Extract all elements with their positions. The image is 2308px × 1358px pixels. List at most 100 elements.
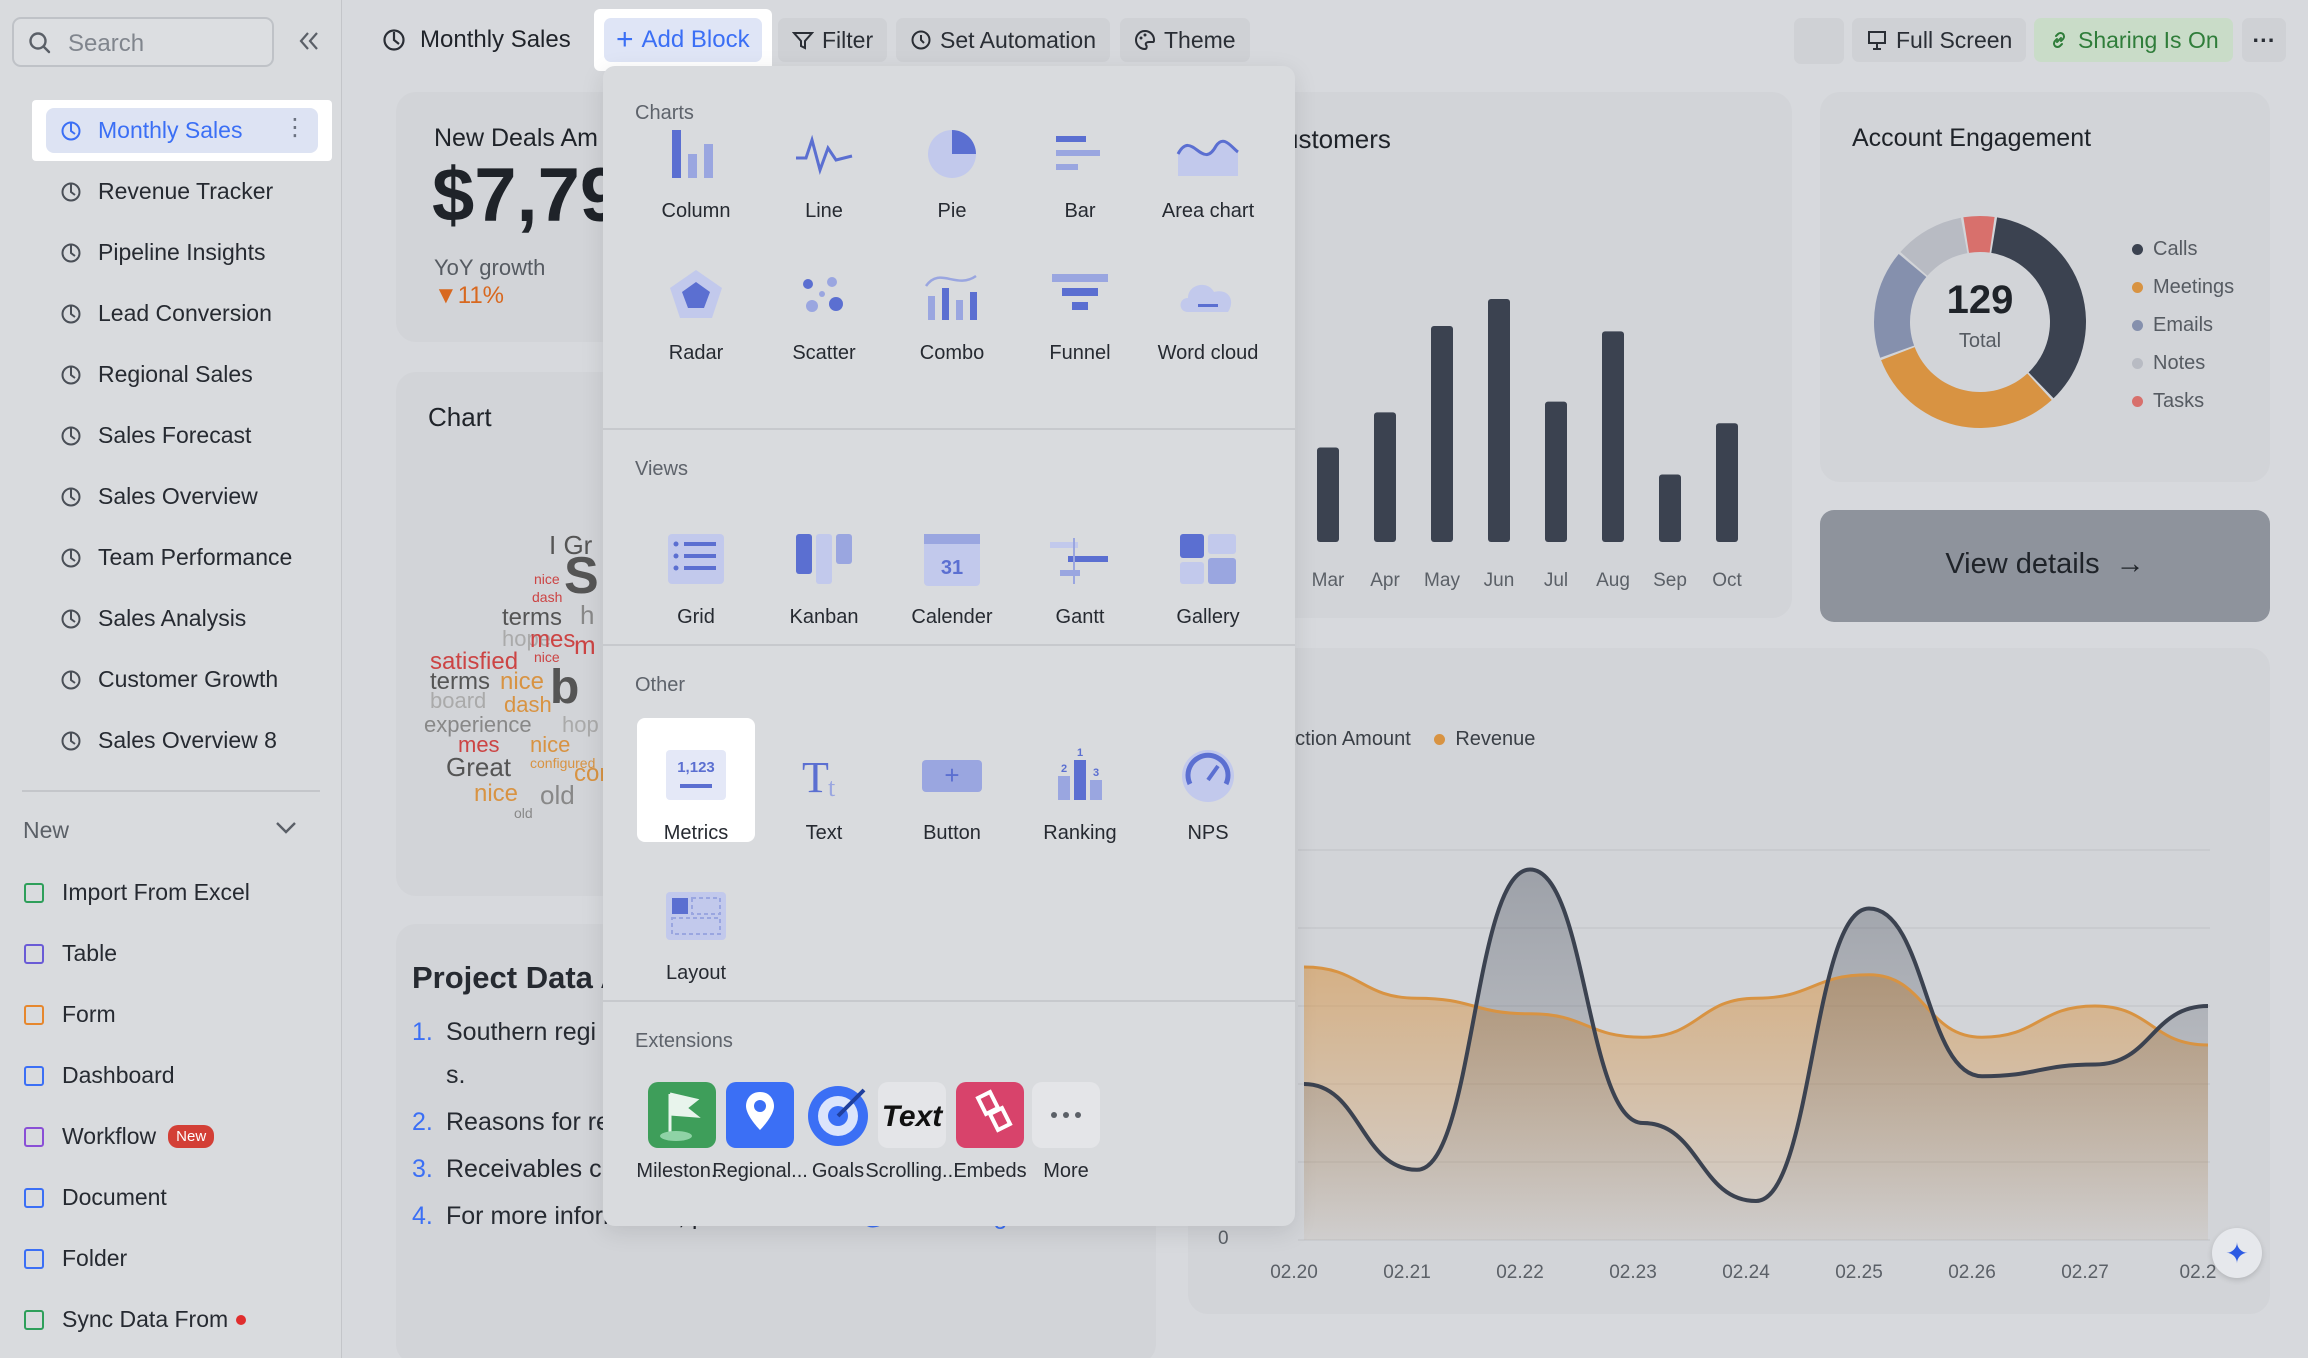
engagement-legend-item: Meetings bbox=[2132, 268, 2234, 306]
engagement-card[interactable]: Account Engagement 129 Total Calls Meetin… bbox=[1820, 92, 2270, 482]
word-cloud-word: old bbox=[514, 805, 533, 821]
view-tile[interactable]: Kanban bbox=[765, 510, 883, 634]
chart-tile[interactable]: Column bbox=[637, 104, 755, 228]
new-item[interactable]: Dashboard bbox=[24, 1045, 250, 1106]
chart-tile[interactable]: Bar bbox=[1021, 104, 1139, 228]
palette-icon bbox=[1135, 29, 1156, 51]
area-x-tick: 02.27 bbox=[2061, 1262, 2109, 1283]
search-input[interactable]: Search bbox=[12, 17, 274, 67]
dashboard-icon bbox=[61, 243, 81, 262]
dashboard-icon bbox=[61, 670, 81, 689]
bar-tick-label: Mar bbox=[1312, 570, 1345, 591]
legend-label: Emails bbox=[2153, 313, 2214, 336]
sidebar-item[interactable]: Regional Sales bbox=[32, 344, 332, 405]
ai-sparkle-button[interactable]: ✦ bbox=[2212, 1228, 2262, 1278]
more-options-button[interactable]: ··· bbox=[2242, 18, 2286, 62]
notification-dot bbox=[236, 1314, 247, 1325]
chart-icon bbox=[924, 274, 977, 320]
other-tile[interactable]: NPS bbox=[1149, 726, 1267, 850]
arrow-right-icon: → bbox=[2115, 548, 2145, 580]
new-item[interactable]: Workflow New bbox=[24, 1106, 250, 1167]
sidebar-item[interactable]: Sales Overview bbox=[32, 466, 332, 527]
chart-icon bbox=[928, 130, 976, 178]
more-vertical-icon[interactable]: ⋮ bbox=[283, 116, 307, 140]
extension-tile[interactable]: More bbox=[1007, 1064, 1125, 1188]
area-chart-card[interactable]: action Amount Revenue 02.20 02.21 02.22 02.… bbox=[1188, 648, 2270, 1314]
engagement-total: 129 bbox=[1946, 278, 2014, 322]
set-automation-button[interactable]: Set Automation bbox=[896, 18, 1110, 62]
chart-icon bbox=[670, 270, 722, 318]
chart-tile[interactable]: Line bbox=[765, 104, 883, 228]
sidebar-item[interactable]: Lead Conversion bbox=[32, 283, 332, 344]
view-details-button[interactable]: View details → bbox=[1820, 510, 2270, 622]
view-tile[interactable]: Gantt bbox=[1021, 510, 1139, 634]
donut-slice bbox=[1881, 347, 2052, 428]
new-item[interactable]: Sync Data From bbox=[24, 1289, 250, 1350]
other-tile[interactable]: + Button bbox=[893, 726, 1011, 850]
dashboard-icon bbox=[61, 487, 81, 506]
tile-label: Area chart bbox=[1161, 200, 1255, 222]
theme-button[interactable]: Theme bbox=[1120, 18, 1250, 62]
tile-label: Pie bbox=[937, 200, 967, 222]
sidebar-item[interactable]: Monthly Sales ⋮ bbox=[32, 100, 332, 161]
presentation-icon bbox=[1868, 31, 1886, 50]
chart-tile[interactable]: Combo bbox=[893, 246, 1011, 370]
word-cloud-word: nice bbox=[534, 571, 560, 587]
sharing-button[interactable]: Sharing Is On bbox=[2034, 18, 2233, 62]
chevron-down-icon[interactable] bbox=[274, 820, 298, 836]
view-tile[interactable]: 31 Calender bbox=[893, 510, 1011, 634]
add-block-button[interactable]: + Add Block bbox=[604, 18, 762, 62]
dashboard-icon bbox=[61, 304, 81, 323]
chart-tile[interactable]: Pie bbox=[893, 104, 1011, 228]
chart-tile[interactable]: Radar bbox=[637, 246, 755, 370]
other-tile[interactable]: 1,123 Metrics bbox=[637, 726, 755, 850]
sidebar-item[interactable]: Revenue Tracker bbox=[32, 161, 332, 222]
list-text: Receivables c bbox=[446, 1155, 602, 1183]
new-item[interactable]: Document bbox=[24, 1167, 250, 1228]
blank-toolbar-button[interactable] bbox=[1794, 18, 1844, 64]
other-tile[interactable]: Layout bbox=[637, 866, 755, 990]
double-chevron-left-icon[interactable] bbox=[296, 28, 322, 54]
chart-tile[interactable]: Funnel bbox=[1021, 246, 1139, 370]
other-tile[interactable]: 1 2 3 Ranking bbox=[1021, 726, 1139, 850]
sidebar-item[interactable]: Team Performance bbox=[32, 527, 332, 588]
list-number: 3. bbox=[412, 1155, 433, 1183]
new-item[interactable]: Form bbox=[24, 984, 250, 1045]
customers-bar bbox=[1545, 401, 1567, 542]
chart-tile[interactable]: Area chart bbox=[1149, 104, 1267, 228]
tile-label: Layout bbox=[665, 962, 727, 984]
other-icon bbox=[1182, 750, 1234, 802]
yoy-value: ▼11% bbox=[434, 282, 505, 309]
new-item-label: Table bbox=[62, 940, 117, 966]
tile-label: NPS bbox=[1187, 822, 1229, 844]
full-screen-button[interactable]: Full Screen bbox=[1852, 18, 2027, 62]
svg-text:2: 2 bbox=[1061, 763, 1067, 775]
chart-icon bbox=[1176, 139, 1239, 176]
list-number: 4. bbox=[412, 1202, 433, 1230]
extension-icon bbox=[1032, 1082, 1100, 1148]
sidebar-item[interactable]: Pipeline Insights bbox=[32, 222, 332, 283]
word-cloud-word: nice bbox=[474, 780, 519, 807]
new-item[interactable]: Table bbox=[24, 923, 250, 984]
sidebar-item[interactable]: Sales Forecast bbox=[32, 405, 332, 466]
sidebar-item[interactable]: Sales Overview 8 bbox=[32, 710, 332, 771]
new-item[interactable]: Import From Excel bbox=[24, 862, 250, 923]
sidebar-item-label: Lead Conversion bbox=[98, 300, 272, 326]
chart-tile[interactable]: Word cloud bbox=[1149, 246, 1267, 370]
engagement-legend-item: Notes bbox=[2132, 344, 2234, 382]
bar-tick-label: Jul bbox=[1544, 570, 1568, 591]
chart-card-title: Chart bbox=[428, 402, 492, 432]
view-tile[interactable]: Grid bbox=[637, 510, 755, 634]
sidebar-item[interactable]: Customer Growth bbox=[32, 649, 332, 710]
new-item[interactable]: Folder bbox=[24, 1228, 250, 1289]
view-icon bbox=[668, 534, 724, 584]
chart-icon bbox=[1052, 274, 1108, 310]
sidebar-item[interactable]: Sales Analysis bbox=[32, 588, 332, 649]
other-tile[interactable]: Tt Text bbox=[765, 726, 883, 850]
legend-label: Tasks bbox=[2153, 389, 2205, 412]
filter-button[interactable]: Filter bbox=[778, 18, 888, 62]
bar-tick-label: May bbox=[1424, 570, 1460, 591]
view-tile[interactable]: Gallery bbox=[1149, 510, 1267, 634]
chart-tile[interactable]: Scatter bbox=[765, 246, 883, 370]
area-x-tick: 02.2 bbox=[2180, 1262, 2217, 1283]
